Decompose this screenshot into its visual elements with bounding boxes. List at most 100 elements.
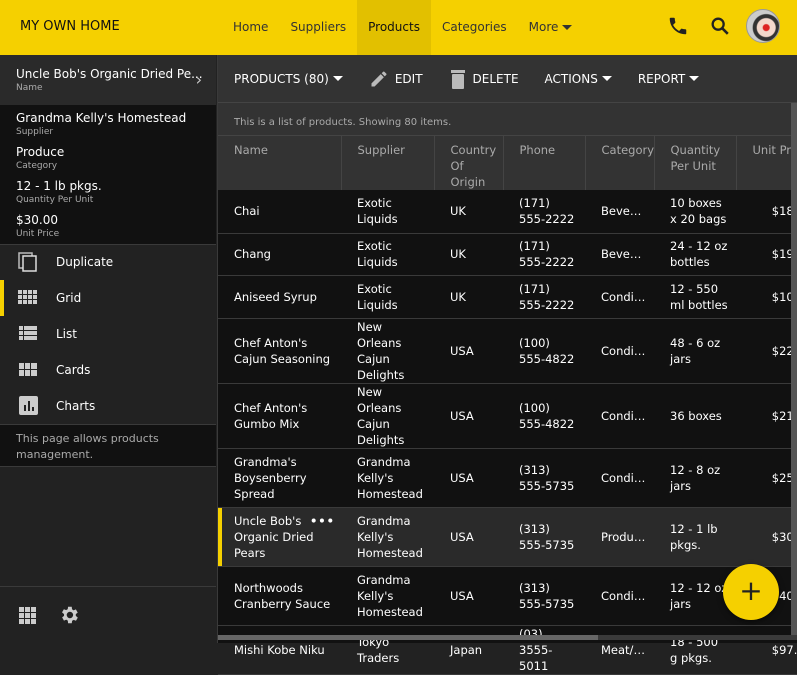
table-row[interactable]: Mishi Kobe Niku Tokyo Traders Japan (03) 35… xyxy=(218,625,797,675)
cell-text: Uncle Bob's Organic Dried Pears xyxy=(234,513,314,560)
table-cell: $22.00 xyxy=(736,318,797,384)
table-cell: $10.00 xyxy=(736,275,797,319)
table-cell: (171) 555-2222 xyxy=(503,275,585,319)
gear-icon[interactable] xyxy=(58,604,80,626)
edit-button[interactable]: EDIT xyxy=(369,69,423,89)
table-row[interactable]: ••• Uncle Bob's Organic Dried Pears Grandm… xyxy=(218,507,797,567)
column-header[interactable]: Quantity Per Unit xyxy=(653,135,736,190)
menu-list[interactable]: List xyxy=(0,316,216,352)
cell-text: 48 - 6 oz jars xyxy=(670,335,721,366)
nav-categories[interactable]: Categories xyxy=(431,0,518,55)
column-header[interactable]: Category xyxy=(584,135,654,190)
cell-text: Condim... xyxy=(601,343,654,358)
cell-text: Chai xyxy=(234,204,260,219)
phone-icon[interactable] xyxy=(667,15,689,37)
cell-text: Beverag... xyxy=(601,204,654,219)
menu-duplicate[interactable]: Duplicate xyxy=(0,244,216,280)
table-cell: 36 boxes xyxy=(654,383,736,449)
table-cell: Northwoods Cranberry Sauce xyxy=(218,566,341,626)
nav-more[interactable]: More xyxy=(518,0,584,55)
table-cell: 10 boxes x 20 bags xyxy=(654,190,736,234)
report-label: REPORT xyxy=(637,71,686,86)
user-avatar[interactable] xyxy=(746,9,780,43)
cell-text: 24 - 12 oz bottles xyxy=(670,239,728,269)
table-cell: Condim... xyxy=(585,566,654,626)
table-cell: $19.00 xyxy=(736,233,797,276)
column-header[interactable]: Name xyxy=(218,135,341,190)
page-description: This page allows products management. xyxy=(0,424,216,467)
caret-down-icon xyxy=(689,76,700,81)
table-cell: $30.00 xyxy=(736,507,797,567)
toolbar: PRODUCTS (80) EDIT DELETE ACTIONS REPORT xyxy=(218,55,797,103)
table-cell: (171) 555-2222 xyxy=(503,233,585,276)
cell-text: Meat/P... xyxy=(601,642,650,657)
cell-text: Northwoods Cranberry Sauce xyxy=(234,580,331,611)
table-row[interactable]: Aniseed Syrup Exotic Liquids UK (171) 555-2… xyxy=(218,275,797,319)
table-cell: Japan xyxy=(434,625,503,675)
horizontal-scrollbar[interactable] xyxy=(218,635,797,640)
cell-text: (100) 555-4822 xyxy=(519,400,575,431)
cell-text: Chef Anton's Cajun Seasoning xyxy=(234,335,331,366)
menu-charts[interactable]: Charts xyxy=(0,388,216,424)
table-row[interactable]: Chai Exotic Liquids UK (171) 555-2222 Bevera… xyxy=(218,190,797,234)
cell-text: Japan xyxy=(450,642,483,657)
table-row[interactable]: Chang Exotic Liquids UK (171) 555-2222 Bever… xyxy=(218,233,797,276)
table-cell: Produce xyxy=(585,507,654,567)
menu-grid[interactable]: Grid xyxy=(0,280,216,316)
detail-quantity: 12 - 1 lb pkgs. xyxy=(16,179,102,193)
view-menu: Duplicate Grid List Cards Charts xyxy=(0,244,216,424)
cell-text: USA xyxy=(450,529,474,544)
report-dropdown[interactable]: REPORT xyxy=(637,71,700,86)
column-header[interactable]: Country Of Origin xyxy=(433,135,503,190)
cell-text: New Orleans Cajun Delights xyxy=(357,319,405,382)
detail-category: Produce xyxy=(16,145,65,159)
cell-text: Grandma's Boysenberry Spread xyxy=(234,454,307,501)
edit-label: EDIT xyxy=(394,71,423,86)
nav-products[interactable]: Products xyxy=(357,0,431,55)
add-button[interactable]: + xyxy=(723,564,779,620)
cell-text: (100) 555-4822 xyxy=(519,335,575,366)
table-row[interactable]: Northwoods Cranberry Sauce Grandma Kelly'… xyxy=(218,566,797,626)
products-dropdown[interactable]: PRODUCTS (80) xyxy=(234,72,343,86)
menu-label: List xyxy=(56,326,77,341)
table-cell: Beverag... xyxy=(585,190,654,234)
table-cell: 48 - 6 oz jars xyxy=(654,318,736,384)
cell-text: UK xyxy=(450,204,466,219)
table-cell: UK xyxy=(434,190,503,234)
column-header[interactable]: Unit Price xyxy=(735,135,797,190)
menu-cards[interactable]: Cards xyxy=(0,352,216,388)
table-cell: USA xyxy=(434,448,503,508)
table-cell: Meat/P... xyxy=(585,625,654,675)
delete-button[interactable]: DELETE xyxy=(449,69,519,89)
vertical-scrollbar[interactable] xyxy=(791,103,797,638)
table-cell: (313) 555-5735 xyxy=(503,566,585,626)
nav-suppliers[interactable]: Suppliers xyxy=(279,0,357,55)
cell-text: Aniseed Syrup xyxy=(234,289,317,304)
cell-text: (03) 3555-5011 xyxy=(519,626,553,673)
table-cell: 12 - 8 oz jars xyxy=(654,448,736,508)
nav-home[interactable]: Home xyxy=(222,0,279,55)
menu-label: Grid xyxy=(56,290,82,305)
scrollbar-thumb[interactable] xyxy=(218,635,598,640)
row-menu-icon[interactable]: ••• xyxy=(310,513,335,529)
table-cell: USA xyxy=(434,318,503,384)
search-icon[interactable] xyxy=(709,15,731,37)
table-cell: Beverag... xyxy=(585,233,654,276)
table-cell: 24 - 12 oz bottles xyxy=(654,233,736,276)
cell-text: 12 - 12 oz jars xyxy=(670,580,728,611)
column-header[interactable]: Phone xyxy=(502,135,585,190)
table-row[interactable]: Grandma's Boysenberry Spread Grandma Kell… xyxy=(218,448,797,508)
actions-dropdown[interactable]: ACTIONS xyxy=(545,72,612,86)
table-cell: USA xyxy=(434,507,503,567)
apps-icon[interactable] xyxy=(19,606,36,624)
selected-item-header[interactable]: Uncle Bob's Organic Dried Pe... Name › xyxy=(0,55,216,105)
cell-text: 12 - 1 lb pkgs. xyxy=(670,521,718,552)
table-row[interactable]: Chef Anton's Cajun Seasoning New Orleans … xyxy=(218,318,797,384)
sidebar: Uncle Bob's Organic Dried Pe... Name › G… xyxy=(0,55,216,643)
table-cell: $25.00 xyxy=(736,448,797,508)
cell-text: Condim... xyxy=(601,289,654,304)
table-row[interactable]: Chef Anton's Gumbo Mix New Orleans Cajun … xyxy=(218,383,797,449)
main-content: PRODUCTS (80) EDIT DELETE ACTIONS REPORT… xyxy=(217,55,797,675)
column-header[interactable]: Supplier xyxy=(340,135,434,190)
chevron-right-icon[interactable]: › xyxy=(196,70,202,89)
